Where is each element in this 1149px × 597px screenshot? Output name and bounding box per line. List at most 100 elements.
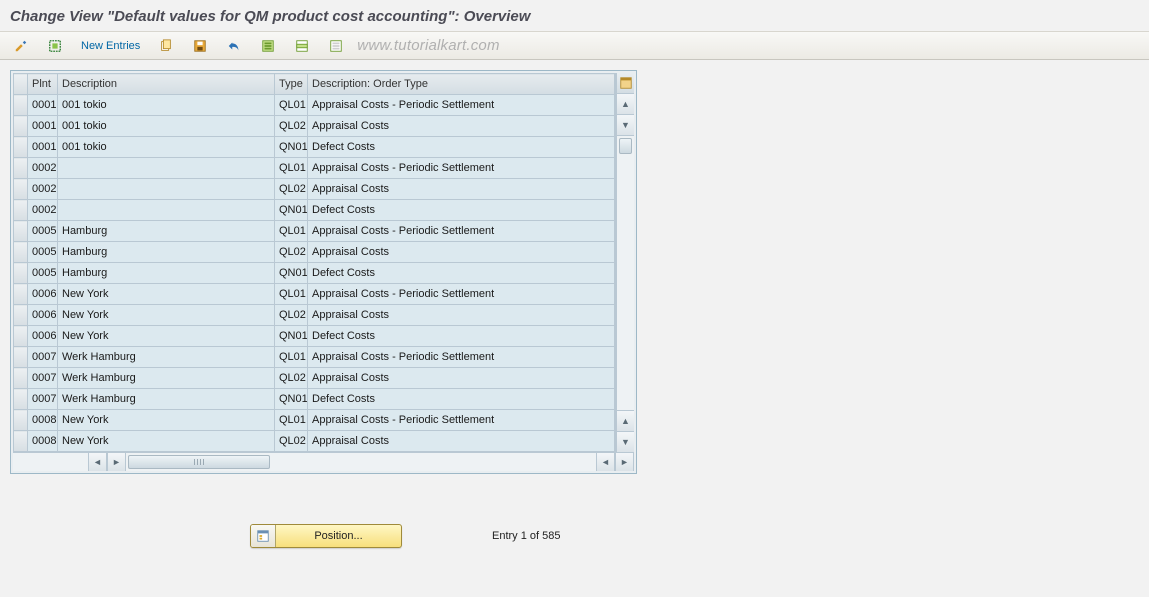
cell-desc[interactable] [58,200,275,221]
row-selector[interactable] [14,221,28,242]
cell-desc[interactable]: New York [58,284,275,305]
select-block-button[interactable] [287,35,317,57]
deselect-all-button[interactable] [321,35,351,57]
table-row[interactable]: 0002QN01Defect Costs [14,200,615,221]
scroll-thumb[interactable] [619,138,632,154]
cell-type[interactable]: QL02 [275,242,308,263]
table-row[interactable]: 0002 QL01Appraisal Costs - Periodic Settl… [14,158,615,179]
position-button[interactable]: Position... [250,524,402,548]
row-selector[interactable] [14,158,28,179]
row-selector[interactable] [14,431,28,452]
cell-odesc[interactable]: Appraisal Costs - Periodic Settlement [308,410,615,431]
cell-plnt[interactable]: 0005 [28,263,58,284]
h-scroll-track[interactable] [126,453,596,471]
cell-odesc[interactable]: Appraisal Costs [308,368,615,389]
scroll-right-button[interactable]: ► [615,453,634,471]
table-row[interactable]: 0006New YorkQL02Appraisal Costs [14,305,615,326]
table-row[interactable]: 0007Werk HamburgQN01Defect Costs [14,389,615,410]
cell-desc[interactable]: Werk Hamburg [58,368,275,389]
cell-odesc[interactable]: Appraisal Costs [308,179,615,200]
h-scroll-thumb[interactable] [128,455,270,469]
cell-type[interactable]: QN01 [275,200,308,221]
table-row[interactable]: 0008New YorkQL02Appraisal Costs [14,431,615,452]
table-row[interactable]: 0001001 tokioQL01Appraisal Costs - Perio… [14,95,615,116]
table-row[interactable]: 0002 QL02Appraisal Costs [14,179,615,200]
row-selector[interactable] [14,326,28,347]
copy-button[interactable] [151,35,181,57]
cell-odesc[interactable]: Appraisal Costs [308,116,615,137]
row-selector[interactable] [14,389,28,410]
row-selector[interactable] [14,263,28,284]
cell-plnt[interactable]: 0008 [28,431,58,452]
row-selector-header[interactable] [14,74,28,95]
cell-type[interactable]: QN01 [275,389,308,410]
cell-plnt[interactable]: 0006 [28,305,58,326]
row-selector[interactable] [14,242,28,263]
cell-odesc[interactable]: Appraisal Costs - Periodic Settlement [308,347,615,368]
cell-plnt[interactable]: 0001 [28,137,58,158]
cell-plnt[interactable]: 0002 [28,200,58,221]
scroll-right-small-button[interactable]: ► [107,453,126,471]
row-selector[interactable] [14,410,28,431]
cell-odesc[interactable]: Defect Costs [308,137,615,158]
table-row[interactable]: 0001001 tokioQL02Appraisal Costs [14,116,615,137]
cell-odesc[interactable]: Defect Costs [308,326,615,347]
table-row[interactable]: 0005HamburgQL02Appraisal Costs [14,242,615,263]
cell-type[interactable]: QL01 [275,347,308,368]
cell-plnt[interactable]: 0005 [28,221,58,242]
cell-desc[interactable]: Hamburg [58,221,275,242]
cell-plnt[interactable]: 0001 [28,95,58,116]
cell-plnt[interactable]: 0002 [28,179,58,200]
cell-odesc[interactable]: Defect Costs [308,389,615,410]
table-row[interactable]: 0006New YorkQL01Appraisal Costs - Period… [14,284,615,305]
row-selector[interactable] [14,179,28,200]
cell-desc[interactable]: New York [58,410,275,431]
cell-plnt[interactable]: 0008 [28,410,58,431]
row-selector[interactable] [14,347,28,368]
new-entries-button[interactable]: New Entries [74,35,147,57]
table-row[interactable]: 0005HamburgQN01Defect Costs [14,263,615,284]
cell-odesc[interactable]: Appraisal Costs - Periodic Settlement [308,284,615,305]
cell-type[interactable]: QL01 [275,284,308,305]
scroll-left-button[interactable]: ◄ [88,453,107,471]
row-selector[interactable] [14,284,28,305]
scroll-left-end-button[interactable]: ◄ [596,453,615,471]
cell-type[interactable]: QL02 [275,179,308,200]
table-row[interactable]: 0007Werk HamburgQL02Appraisal Costs [14,368,615,389]
cell-desc[interactable] [58,158,275,179]
cell-plnt[interactable]: 0001 [28,116,58,137]
cell-type[interactable]: QL01 [275,221,308,242]
cell-type[interactable]: QN01 [275,326,308,347]
row-selector[interactable] [14,137,28,158]
row-selector[interactable] [14,305,28,326]
row-selector[interactable] [14,95,28,116]
cell-odesc[interactable]: Appraisal Costs - Periodic Settlement [308,158,615,179]
scroll-down-small-button[interactable]: ▼ [617,115,634,136]
table-settings-button[interactable] [617,73,634,94]
select-all-button[interactable] [253,35,283,57]
cell-plnt[interactable]: 0007 [28,389,58,410]
cell-type[interactable]: QL01 [275,410,308,431]
cell-odesc[interactable]: Defect Costs [308,263,615,284]
cell-plnt[interactable]: 0005 [28,242,58,263]
cell-odesc[interactable]: Appraisal Costs [308,305,615,326]
row-selector[interactable] [14,116,28,137]
cell-desc[interactable]: New York [58,326,275,347]
cell-desc[interactable] [58,179,275,200]
cell-type[interactable]: QL02 [275,116,308,137]
cell-type[interactable]: QL02 [275,368,308,389]
cell-desc[interactable]: 001 tokio [58,116,275,137]
select-contents-button[interactable] [40,35,70,57]
table-row[interactable]: 0008New YorkQL01Appraisal Costs - Period… [14,410,615,431]
cell-type[interactable]: QL01 [275,158,308,179]
cell-plnt[interactable]: 0002 [28,158,58,179]
cell-odesc[interactable]: Appraisal Costs - Periodic Settlement [308,95,615,116]
cell-desc[interactable]: 001 tokio [58,137,275,158]
col-header-plnt[interactable]: Plnt [28,74,58,95]
cell-desc[interactable]: Hamburg [58,263,275,284]
row-selector[interactable] [14,368,28,389]
cell-type[interactable]: QL02 [275,305,308,326]
cell-odesc[interactable]: Appraisal Costs [308,431,615,452]
cell-odesc[interactable]: Appraisal Costs [308,242,615,263]
cell-desc[interactable]: 001 tokio [58,95,275,116]
